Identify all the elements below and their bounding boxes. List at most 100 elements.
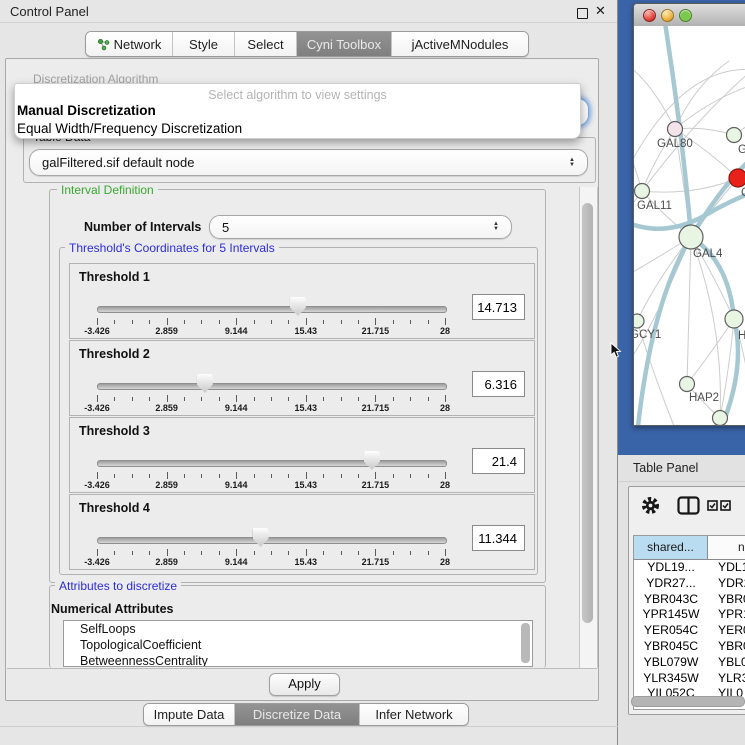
panel-scrollbar-thumb[interactable] bbox=[582, 203, 593, 623]
threshold-value-field[interactable]: 21.4 bbox=[472, 448, 525, 474]
table-row[interactable]: YPR145WYPR1 bbox=[634, 607, 745, 623]
network-node-C[interactable] bbox=[729, 169, 745, 187]
tick-mark bbox=[184, 474, 185, 478]
tick-mark bbox=[132, 397, 133, 401]
split-columns-icon[interactable] bbox=[677, 496, 700, 515]
attribute-list-item[interactable]: TopologicalCoefficient bbox=[64, 637, 532, 653]
threshold-panel: Threshold 4-3.4262.8599.14415.4321.71528… bbox=[69, 494, 535, 570]
mouse-cursor bbox=[610, 342, 622, 359]
network-node-GA[interactable] bbox=[727, 128, 742, 143]
table-data-combobox[interactable]: galFiltered.sif default node ▲▼ bbox=[29, 149, 588, 176]
apply-row: Apply bbox=[7, 668, 597, 699]
attribute-list-item[interactable]: BetweennessCentrality bbox=[64, 653, 532, 667]
slider-track[interactable] bbox=[97, 460, 447, 467]
zoom-traffic-light-icon[interactable] bbox=[679, 9, 692, 22]
threshold-label: Threshold 3 bbox=[79, 424, 150, 438]
slider-track[interactable] bbox=[97, 383, 447, 390]
tick-label: 21.715 bbox=[362, 326, 390, 336]
slider-thumb[interactable] bbox=[197, 374, 213, 393]
tick-mark bbox=[219, 397, 220, 401]
network-node-GAL80[interactable] bbox=[668, 122, 683, 137]
table-row[interactable]: YBL079WYBL0 bbox=[634, 655, 745, 671]
tick-mark bbox=[149, 397, 150, 401]
slider-track[interactable] bbox=[97, 537, 447, 544]
attribute-list-item[interactable]: SelfLoops bbox=[64, 621, 532, 637]
tab-cyni-toolbox[interactable]: Cyni Toolbox bbox=[297, 32, 392, 56]
tick-mark bbox=[254, 397, 255, 401]
number-of-intervals-combobox[interactable]: 5 ▲▼ bbox=[209, 215, 512, 239]
tick-mark bbox=[254, 474, 255, 478]
tab-style[interactable]: Style bbox=[173, 32, 235, 56]
numerical-attributes-list[interactable]: SelfLoopsTopologicalCoefficientBetweenne… bbox=[63, 620, 533, 667]
algorithm-option[interactable]: Manual Discretization bbox=[15, 102, 580, 120]
network-icon bbox=[97, 38, 110, 51]
table-row[interactable]: YBR043CYBR0 bbox=[634, 592, 745, 608]
table-row[interactable]: YBR045CYBR0 bbox=[634, 639, 745, 655]
threshold-value-field[interactable]: 11.344 bbox=[472, 525, 525, 551]
list-scrollbar-thumb[interactable] bbox=[521, 623, 530, 663]
tick-mark bbox=[341, 551, 342, 555]
network-node[interactable] bbox=[713, 411, 728, 426]
tick-mark bbox=[288, 474, 289, 478]
tick-label: 21.715 bbox=[362, 480, 390, 490]
network-edge bbox=[634, 66, 675, 129]
tick-label: -3.426 bbox=[84, 557, 110, 567]
slider-thumb[interactable] bbox=[290, 297, 306, 316]
slider-thumb[interactable] bbox=[364, 451, 380, 470]
tick-mark bbox=[358, 551, 359, 555]
tick-mark bbox=[341, 474, 342, 478]
network-node-H[interactable] bbox=[725, 310, 743, 328]
tick-mark bbox=[288, 551, 289, 555]
tab-network[interactable]: Network bbox=[86, 32, 173, 56]
table-row[interactable]: YLR345WYLR3 bbox=[634, 671, 745, 687]
tick-label: 28 bbox=[440, 557, 450, 567]
tick-mark bbox=[167, 318, 168, 325]
table-hscrollbar-thumb[interactable] bbox=[631, 696, 745, 707]
slider-track[interactable] bbox=[97, 306, 447, 313]
panel-scrollbar[interactable] bbox=[579, 187, 598, 668]
close-traffic-light-icon[interactable] bbox=[643, 9, 656, 22]
checked-box-icon[interactable] bbox=[720, 500, 731, 511]
network-node-GAL11[interactable] bbox=[635, 184, 650, 199]
tick-mark bbox=[97, 549, 98, 556]
column-header-shared-name[interactable]: shared... bbox=[634, 536, 708, 559]
minimize-traffic-light-icon[interactable] bbox=[661, 9, 674, 22]
network-node-GCY1[interactable] bbox=[634, 314, 644, 328]
tick-mark bbox=[445, 318, 446, 325]
close-icon[interactable]: ✕ bbox=[595, 3, 606, 19]
tab-select[interactable]: Select bbox=[235, 32, 297, 56]
tick-label: 28 bbox=[440, 480, 450, 490]
tick-label: 2.859 bbox=[155, 557, 178, 567]
tick-label: 2.859 bbox=[155, 326, 178, 336]
algorithm-option[interactable]: Equal Width/Frequency Discretization bbox=[15, 120, 580, 138]
network-node-label: GCY1 bbox=[634, 329, 661, 341]
cell-shared-name: YPR145W bbox=[634, 607, 708, 623]
node-table[interactable]: shared... n YDL19...YDL1YDR27...YDR2YBR0… bbox=[633, 535, 745, 710]
table-row[interactable]: YDL19...YDL1 bbox=[634, 560, 745, 576]
network-node-HAP2[interactable] bbox=[680, 377, 695, 392]
float-window-icon[interactable] bbox=[577, 8, 588, 19]
cell-shared-name: YBL079W bbox=[634, 655, 708, 671]
tick-mark bbox=[428, 551, 429, 555]
gear-icon[interactable] bbox=[641, 496, 660, 515]
tick-mark bbox=[445, 472, 446, 479]
tick-mark bbox=[271, 474, 272, 478]
tab-infer-network[interactable]: Infer Network bbox=[360, 704, 468, 725]
column-header-name[interactable]: n bbox=[708, 536, 745, 559]
threshold-value-field[interactable]: 14.713 bbox=[472, 294, 525, 320]
network-canvas[interactable]: GAL80GACGAL11GAL4GCY1HHAP2 bbox=[634, 26, 745, 425]
apply-button[interactable]: Apply bbox=[269, 673, 340, 696]
table-row[interactable]: YER054CYER0 bbox=[634, 623, 745, 639]
tick-mark bbox=[219, 474, 220, 478]
cell-name: YLR3 bbox=[708, 671, 745, 687]
checked-box-icon[interactable] bbox=[707, 500, 718, 511]
threshold-value-field[interactable]: 6.316 bbox=[472, 371, 525, 397]
slider-thumb[interactable] bbox=[253, 528, 269, 547]
cell-name: YER0 bbox=[708, 623, 745, 639]
tab-discretize-data[interactable]: Discretize Data bbox=[235, 704, 360, 725]
network-node-GAL4[interactable] bbox=[679, 225, 703, 249]
tab-jactivemnodules[interactable]: jActiveMNodules bbox=[392, 32, 528, 56]
tab-impute-data[interactable]: Impute Data bbox=[144, 704, 235, 725]
table-row[interactable]: YDR27...YDR2 bbox=[634, 576, 745, 592]
tick-mark bbox=[254, 320, 255, 324]
